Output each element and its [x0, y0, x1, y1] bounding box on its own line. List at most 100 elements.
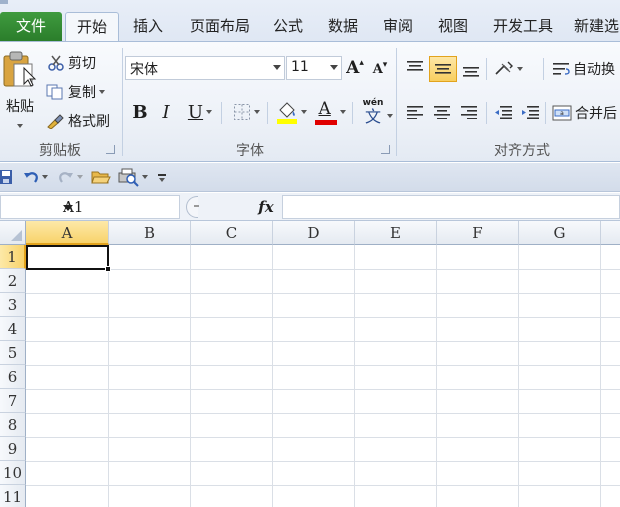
borders-button[interactable]: [229, 100, 263, 124]
tab-review[interactable]: 审阅: [378, 12, 418, 42]
tab-formulas[interactable]: 公式: [268, 12, 308, 42]
column-header-c[interactable]: C: [191, 221, 273, 245]
grow-font-button[interactable]: A ▴: [344, 56, 366, 80]
copy-button[interactable]: 复制: [46, 81, 105, 103]
active-cell-a1[interactable]: [26, 245, 109, 270]
row-header-8[interactable]: 8: [0, 413, 26, 437]
text-orientation-icon: [494, 61, 513, 75]
column-header-b[interactable]: B: [109, 221, 191, 245]
name-box[interactable]: A1: [0, 195, 180, 219]
phonetic-guide-bottom: 文: [364, 107, 381, 126]
font-size-combo[interactable]: 11: [286, 56, 342, 80]
open-button[interactable]: [90, 167, 112, 187]
column-header-f[interactable]: F: [437, 221, 519, 245]
format-painter-label: 格式刷: [68, 114, 110, 130]
shrink-font-button[interactable]: A ▾: [369, 58, 391, 80]
align-top-button[interactable]: [402, 56, 428, 80]
clipboard-dialog-launcher[interactable]: [106, 145, 115, 154]
merge-center-button[interactable]: a 合并后: [552, 100, 617, 126]
print-preview-dropdown-arrow[interactable]: [141, 175, 148, 179]
orientation-dropdown-arrow[interactable]: [516, 67, 523, 71]
fill-handle[interactable]: [105, 266, 111, 272]
copy-dropdown-arrow[interactable]: [99, 90, 105, 94]
row-header-7[interactable]: 7: [0, 389, 26, 413]
row-header-6[interactable]: 6: [0, 365, 26, 389]
underline-button[interactable]: U: [183, 100, 217, 124]
print-preview-button[interactable]: [116, 166, 148, 188]
row-header-11[interactable]: 11: [0, 485, 26, 507]
increase-indent-button[interactable]: [517, 100, 543, 124]
save-button[interactable]: [0, 168, 14, 186]
column-header-d[interactable]: D: [273, 221, 355, 245]
copy-label: 复制: [68, 85, 96, 101]
row-header-4[interactable]: 4: [0, 317, 26, 341]
fill-color-dropdown-arrow[interactable]: [300, 110, 307, 114]
shrink-font-icon: A: [372, 61, 383, 77]
decrease-indent-icon: [495, 106, 512, 119]
gridline: [26, 437, 620, 438]
align-middle-button[interactable]: [429, 56, 457, 82]
gridline: [26, 461, 620, 462]
phonetic-guide-dropdown-arrow[interactable]: [387, 114, 393, 118]
font-color-button[interactable]: A: [312, 98, 348, 126]
align-center-button[interactable]: [429, 100, 455, 124]
insert-function-button[interactable]: fx: [252, 195, 280, 219]
column-header-e[interactable]: E: [355, 221, 437, 245]
tab-view[interactable]: 视图: [433, 12, 473, 42]
row-header-9[interactable]: 9: [0, 437, 26, 461]
column-header-h-partial[interactable]: [601, 221, 620, 245]
gridline: [26, 341, 620, 342]
format-painter-button[interactable]: 格式刷: [46, 110, 110, 132]
bold-button[interactable]: B: [130, 100, 150, 124]
font-color-dropdown-arrow[interactable]: [339, 110, 346, 114]
phonetic-guide-button[interactable]: wén 文: [356, 96, 390, 128]
customize-qat-button[interactable]: [154, 169, 170, 187]
paste-button[interactable]: 粘贴: [0, 46, 40, 132]
underline-dropdown-arrow[interactable]: [206, 110, 213, 114]
orientation-button[interactable]: [490, 56, 526, 82]
italic-button[interactable]: I: [156, 100, 176, 124]
tab-home[interactable]: 开始: [65, 12, 119, 42]
formula-input[interactable]: [282, 195, 620, 219]
name-box-dropdown-arrow[interactable]: [63, 205, 73, 211]
tab-file[interactable]: 文件: [0, 12, 62, 42]
select-all-triangle-icon: [11, 230, 22, 241]
formula-bar-splitter[interactable]: [186, 196, 198, 218]
redo-dropdown-arrow[interactable]: [76, 175, 83, 179]
align-bottom-button[interactable]: [458, 58, 484, 82]
font-name-dropdown-arrow[interactable]: [273, 65, 281, 70]
font-name-combo[interactable]: 宋体: [125, 56, 285, 80]
select-all-corner[interactable]: [0, 221, 26, 245]
fill-color-button[interactable]: [273, 98, 309, 126]
worksheet-grid[interactable]: A B C D E F G 1 2 3 4 5 6 7 8 9 10 11: [0, 221, 620, 507]
borders-dropdown-arrow[interactable]: [253, 110, 260, 114]
align-right-button[interactable]: [456, 100, 482, 124]
gridline: [26, 413, 620, 414]
row-header-2[interactable]: 2: [0, 269, 26, 293]
folder-open-icon: [91, 171, 111, 184]
row-header-5[interactable]: 5: [0, 341, 26, 365]
bold-icon: B: [132, 101, 148, 123]
tab-developer[interactable]: 开发工具: [488, 12, 558, 42]
wrap-text-button[interactable]: 自动换: [552, 56, 615, 82]
column-header-g[interactable]: G: [519, 221, 601, 245]
gridline: [26, 269, 620, 270]
undo-dropdown-arrow[interactable]: [41, 175, 48, 179]
row-header-1[interactable]: 1: [0, 245, 26, 269]
tab-page-layout[interactable]: 页面布局: [184, 12, 256, 42]
font-dialog-launcher[interactable]: [381, 145, 390, 154]
tab-insert[interactable]: 插入: [128, 12, 168, 42]
row-header-10[interactable]: 10: [0, 461, 26, 485]
tab-data[interactable]: 数据: [323, 12, 363, 42]
paste-dropdown-arrow[interactable]: [17, 124, 23, 128]
row-header-3[interactable]: 3: [0, 293, 26, 317]
font-size-dropdown-arrow[interactable]: [330, 65, 338, 70]
cut-button[interactable]: 剪切: [48, 52, 96, 74]
tab-new[interactable]: 新建选: [574, 12, 620, 42]
column-header-a[interactable]: A: [26, 221, 109, 245]
separator: [267, 102, 268, 124]
redo-button[interactable]: [56, 167, 84, 187]
align-left-button[interactable]: [402, 100, 428, 124]
undo-button[interactable]: [20, 167, 50, 187]
decrease-indent-button[interactable]: [490, 100, 516, 124]
